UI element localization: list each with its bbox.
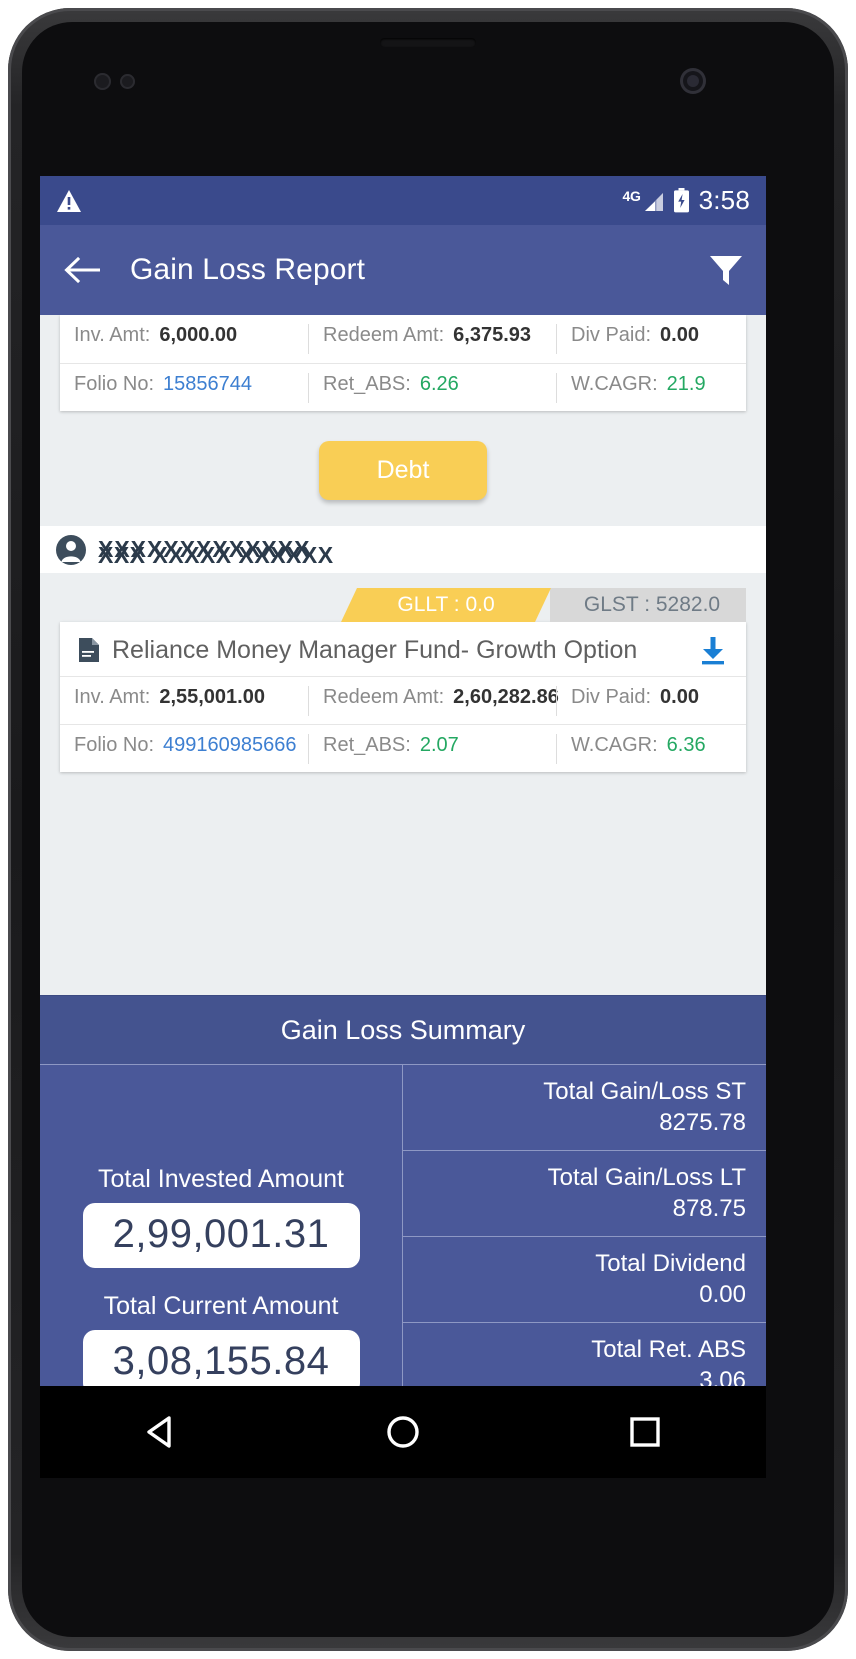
ret-abs-label: Ret_ABS: (323, 372, 411, 395)
android-nav-bar (40, 1386, 766, 1478)
metric-label: Total Dividend (595, 1249, 746, 1277)
summary-totals-panel: Total Invested Amount 2,99,001.31 Total … (40, 1065, 403, 1386)
ret-abs-value: 6.26 (419, 372, 459, 395)
person-avatar-icon (56, 534, 86, 565)
folio-no-cell: Folio No: 499160985666 (60, 734, 308, 764)
total-current-value: 3,08,155.84 (82, 1329, 360, 1386)
wcagr-value: 21.9 (666, 372, 706, 395)
redeem-amt-label: Redeem Amt: (323, 324, 445, 346)
folio-no-label: Folio No: (74, 733, 155, 756)
card-data-row: Inv. Amt: 2,55,001.00 Redeem Amt: 2,60,2… (60, 676, 746, 724)
total-invested-label: Total Invested Amount (98, 1164, 344, 1193)
report-scroll-area[interactable]: Inv. Amt: 6,000.00 Redeem Amt: 6,375.93 … (40, 315, 766, 995)
category-chip-zone: Debt (40, 411, 766, 526)
redeem-amt-cell: Redeem Amt: 2,60,282.86 (308, 685, 559, 716)
summary-body: Total Invested Amount 2,99,001.31 Total … (40, 1064, 766, 1386)
inv-amt-cell: Inv. Amt: 6,000.00 (60, 324, 308, 354)
div-paid-cell: Div Paid: 0.00 (556, 324, 746, 354)
folio-no-value[interactable]: 499160985666 (163, 734, 296, 757)
signal-bars-icon (644, 192, 663, 211)
download-icon[interactable] (698, 635, 728, 665)
summary-metrics-panel: Total Gain/Loss ST 8275.78 Total Gain/Lo… (403, 1065, 766, 1386)
wcagr-label: W.CAGR: (571, 733, 658, 756)
folio-no-cell: Folio No: 15856744 (60, 373, 308, 403)
network-indicator: 4G (623, 189, 664, 213)
page-title: Gain Loss Report (130, 253, 366, 286)
redeem-amt-label: Redeem Amt: (323, 685, 445, 708)
ret-abs-cell: Ret_ABS: 6.26 (308, 372, 556, 403)
back-arrow-icon[interactable] (64, 255, 102, 285)
gllt-badge: GLLT : 0.0 (341, 588, 551, 622)
metric-value: 3.06 (699, 1366, 746, 1386)
card-data-row: Folio No: 15856744 Ret_ABS: 6.26 W.CAGR:… (60, 363, 746, 411)
total-current-label: Total Current Amount (103, 1291, 339, 1320)
fund-card[interactable]: Reliance Money Manager Fund- Growth Opti… (60, 622, 746, 772)
metric-label: Total Gain/Loss ST (543, 1077, 746, 1105)
wcagr-cell: W.CAGR: 21.9 (556, 372, 746, 403)
total-invested-value: 2,99,001.31 (82, 1202, 360, 1268)
nav-home-circle-icon[interactable] (380, 1409, 426, 1455)
gain-loss-band: GLLT : 0.0 GLST : 5282.0 (40, 573, 766, 622)
status-bar: 4G 3:58 (40, 176, 766, 225)
inv-amt-label: Inv. Amt: (74, 685, 151, 708)
inv-amt-value: 6,000.00 (159, 324, 238, 346)
investor-name: XXXXXXXXXXXXX XXX XXXXX XXXXXX (98, 536, 333, 568)
wcagr-value: 6.36 (666, 733, 706, 756)
fund-card[interactable]: Inv. Amt: 6,000.00 Redeem Amt: 6,375.93 … (60, 315, 746, 411)
summary-metric-row: Total Ret. ABS 3.06 (403, 1323, 766, 1386)
card-data-row: Folio No: 499160985666 Ret_ABS: 2.07 W.C… (60, 724, 746, 772)
status-bar-right: 4G 3:58 (623, 185, 750, 216)
filter-icon[interactable] (708, 253, 744, 287)
earpiece-speaker (380, 38, 476, 47)
inv-amt-label: Inv. Amt: (74, 324, 151, 346)
folio-no-label: Folio No: (74, 372, 155, 395)
sensor-icon (94, 73, 111, 90)
redeem-amt-cell: Redeem Amt: 6,375.93 (308, 324, 556, 354)
metric-value: 878.75 (672, 1194, 746, 1222)
summary-header: Gain Loss Summary (40, 995, 766, 1064)
investor-name-overlay: XXX XXXXX XXXXXX (98, 542, 334, 568)
network-type-label: 4G (622, 187, 641, 204)
fund-title-row: Reliance Money Manager Fund- Growth Opti… (60, 622, 746, 676)
card-data-row: Inv. Amt: 6,000.00 Redeem Amt: 6,375.93 … (60, 315, 746, 363)
app-bar: Gain Loss Report (40, 225, 766, 315)
summary-metric-row: Total Gain/Loss ST 8275.78 (403, 1065, 766, 1151)
battery-charging-icon (673, 188, 689, 213)
ret-abs-cell: Ret_ABS: 2.07 (308, 733, 556, 764)
summary-metric-row: Total Dividend 0.00 (403, 1237, 766, 1323)
front-camera-icon (680, 68, 706, 94)
status-bar-clock: 3:58 (698, 185, 750, 215)
folio-no-value[interactable]: 15856744 (163, 373, 252, 396)
wcagr-label: W.CAGR: (571, 372, 658, 395)
category-chip-debt[interactable]: Debt (318, 441, 488, 500)
nav-recents-square-icon[interactable] (622, 1409, 668, 1455)
ret-abs-label: Ret_ABS: (323, 733, 411, 756)
div-paid-cell: Div Paid: 0.00 (556, 685, 746, 716)
document-icon (79, 638, 99, 662)
nav-back-triangle-icon[interactable] (138, 1409, 184, 1455)
redeem-amt-value: 6,375.93 (453, 324, 532, 346)
inv-amt-cell: Inv. Amt: 2,55,001.00 (60, 686, 308, 716)
div-paid-value: 0.00 (660, 685, 699, 708)
summary-metric-row: Total Gain/Loss LT 878.75 (403, 1151, 766, 1237)
metric-value: 0.00 (699, 1280, 746, 1308)
status-bar-left (56, 189, 82, 213)
div-paid-value: 0.00 (660, 324, 699, 346)
div-paid-label: Div Paid: (571, 324, 652, 346)
inv-amt-value: 2,55,001.00 (159, 685, 265, 708)
metric-label: Total Ret. ABS (591, 1335, 746, 1363)
phone-screen: 4G 3:58 Gain Loss Report Inv. Amt: 6,000… (40, 176, 766, 1386)
redeem-amt-value: 2,60,282.86 (453, 685, 559, 708)
fund-name: Reliance Money Manager Fund- Growth Opti… (112, 635, 638, 664)
metric-value: 8275.78 (659, 1108, 746, 1136)
proximity-sensor-icon (120, 74, 135, 89)
warning-triangle-icon (57, 189, 81, 212)
wcagr-cell: W.CAGR: 6.36 (556, 733, 746, 764)
div-paid-label: Div Paid: (571, 685, 652, 708)
ret-abs-value: 2.07 (419, 733, 459, 756)
metric-label: Total Gain/Loss LT (547, 1163, 746, 1191)
investor-row[interactable]: XXXXXXXXXXXXX XXX XXXXX XXXXXX (40, 526, 766, 573)
glst-badge: GLST : 5282.0 (550, 588, 746, 622)
